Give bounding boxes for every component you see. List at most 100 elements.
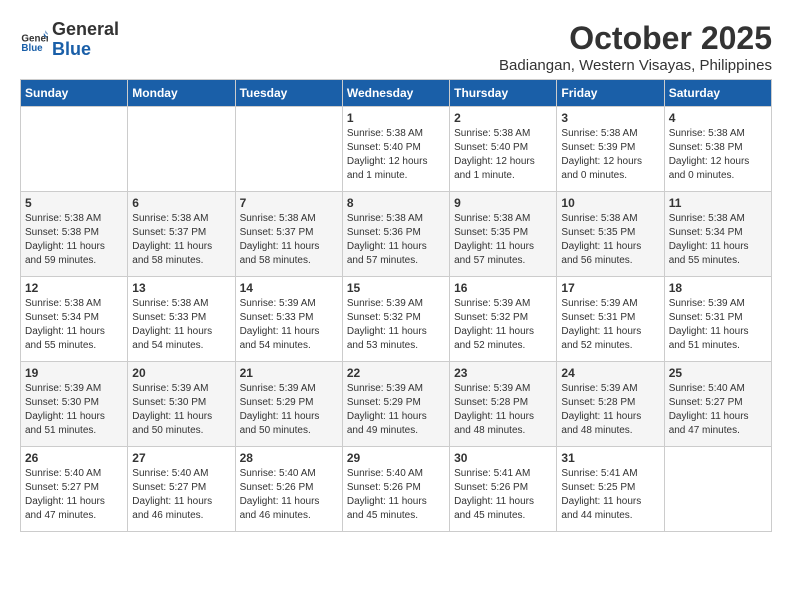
day-info: Sunrise: 5:39 AM Sunset: 5:29 PM Dayligh…: [240, 382, 338, 438]
day-info: Sunrise: 5:39 AM Sunset: 5:29 PM Dayligh…: [347, 382, 445, 438]
calendar-cell: 7 Sunrise: 5:38 AM Sunset: 5:37 PM Daylig…: [235, 192, 342, 277]
day-number: 27: [132, 451, 230, 465]
day-info: Sunrise: 5:38 AM Sunset: 5:40 PM Dayligh…: [347, 127, 445, 183]
day-number: 29: [347, 451, 445, 465]
day-info: Sunrise: 5:39 AM Sunset: 5:30 PM Dayligh…: [25, 382, 123, 438]
day-number: 1: [347, 111, 445, 125]
day-number: 31: [561, 451, 659, 465]
calendar-cell: 13 Sunrise: 5:38 AM Sunset: 5:33 PM Dayli…: [128, 277, 235, 362]
day-info: Sunrise: 5:39 AM Sunset: 5:28 PM Dayligh…: [454, 382, 552, 438]
day-info: Sunrise: 5:38 AM Sunset: 5:38 PM Dayligh…: [25, 212, 123, 268]
calendar-cell: 15 Sunrise: 5:39 AM Sunset: 5:32 PM Dayli…: [342, 277, 449, 362]
day-number: 18: [669, 281, 767, 295]
day-number: 10: [561, 196, 659, 210]
calendar-cell: 30Sunrise: 5:41 AM Sunset: 5:26 PM Dayli…: [450, 447, 557, 532]
day-number: 23: [454, 366, 552, 380]
day-info: Sunrise: 5:39 AM Sunset: 5:33 PM Dayligh…: [240, 297, 338, 353]
day-number: 4: [669, 111, 767, 125]
day-number: 7: [240, 196, 338, 210]
calendar-cell: 17Sunrise: 5:39 AM Sunset: 5:31 PM Dayli…: [557, 277, 664, 362]
calendar-cell: 27 Sunrise: 5:40 AM Sunset: 5:27 PM Dayli…: [128, 447, 235, 532]
calendar-cell: 22 Sunrise: 5:39 AM Sunset: 5:29 PM Dayli…: [342, 362, 449, 447]
day-info: Sunrise: 5:40 AM Sunset: 5:27 PM Dayligh…: [25, 467, 123, 523]
day-number: 3: [561, 111, 659, 125]
day-number: 2: [454, 111, 552, 125]
calendar-cell: 26 Sunrise: 5:40 AM Sunset: 5:27 PM Dayli…: [21, 447, 128, 532]
day-number: 19: [25, 366, 123, 380]
day-number: 13: [132, 281, 230, 295]
day-number: 30: [454, 451, 552, 465]
calendar-cell: 10 Sunrise: 5:38 AM Sunset: 5:35 PM Dayli…: [557, 192, 664, 277]
month-title: October 2025: [499, 20, 772, 57]
day-info: Sunrise: 5:40 AM Sunset: 5:26 PM Dayligh…: [240, 467, 338, 523]
day-number: 25: [669, 366, 767, 380]
weekday-header-thursday: Thursday: [450, 80, 557, 107]
location-title: Badiangan, Western Visayas, Philippines: [499, 57, 772, 74]
day-info: Sunrise: 5:38 AM Sunset: 5:39 PM Dayligh…: [561, 127, 659, 183]
day-number: 12: [25, 281, 123, 295]
calendar-cell: 18Sunrise: 5:39 AM Sunset: 5:31 PM Dayli…: [664, 277, 771, 362]
weekday-header-sunday: Sunday: [21, 80, 128, 107]
calendar-cell: 14 Sunrise: 5:39 AM Sunset: 5:33 PM Dayli…: [235, 277, 342, 362]
weekday-header-wednesday: Wednesday: [342, 80, 449, 107]
calendar-week-row: 1 Sunrise: 5:38 AM Sunset: 5:40 PM Daylig…: [21, 107, 772, 192]
calendar-week-row: 26 Sunrise: 5:40 AM Sunset: 5:27 PM Dayli…: [21, 447, 772, 532]
day-number: 28: [240, 451, 338, 465]
calendar-cell: 28 Sunrise: 5:40 AM Sunset: 5:26 PM Dayli…: [235, 447, 342, 532]
calendar-cell: 3 Sunrise: 5:38 AM Sunset: 5:39 PM Daylig…: [557, 107, 664, 192]
svg-text:Blue: Blue: [21, 43, 43, 54]
day-info: Sunrise: 5:40 AM Sunset: 5:27 PM Dayligh…: [669, 382, 767, 438]
calendar-cell: 19 Sunrise: 5:39 AM Sunset: 5:30 PM Dayli…: [21, 362, 128, 447]
calendar-cell: 23 Sunrise: 5:39 AM Sunset: 5:28 PM Dayli…: [450, 362, 557, 447]
weekday-header-tuesday: Tuesday: [235, 80, 342, 107]
day-number: 5: [25, 196, 123, 210]
calendar-cell: 11 Sunrise: 5:38 AM Sunset: 5:34 PM Dayli…: [664, 192, 771, 277]
logo-icon: General Blue: [20, 26, 48, 54]
day-number: 22: [347, 366, 445, 380]
day-number: 14: [240, 281, 338, 295]
day-number: 26: [25, 451, 123, 465]
day-number: 9: [454, 196, 552, 210]
day-info: Sunrise: 5:41 AM Sunset: 5:25 PM Dayligh…: [561, 467, 659, 523]
day-number: 15: [347, 281, 445, 295]
weekday-header-monday: Monday: [128, 80, 235, 107]
weekday-header-row: SundayMondayTuesdayWednesdayThursdayFrid…: [21, 80, 772, 107]
day-info: Sunrise: 5:40 AM Sunset: 5:27 PM Dayligh…: [132, 467, 230, 523]
day-info: Sunrise: 5:38 AM Sunset: 5:35 PM Dayligh…: [454, 212, 552, 268]
day-info: Sunrise: 5:38 AM Sunset: 5:37 PM Dayligh…: [240, 212, 338, 268]
day-info: Sunrise: 5:39 AM Sunset: 5:28 PM Dayligh…: [561, 382, 659, 438]
calendar-cell: 1 Sunrise: 5:38 AM Sunset: 5:40 PM Daylig…: [342, 107, 449, 192]
page-header: General Blue General Blue October 2025 B…: [20, 20, 772, 74]
weekday-header-saturday: Saturday: [664, 80, 771, 107]
day-number: 16: [454, 281, 552, 295]
day-number: 11: [669, 196, 767, 210]
day-info: Sunrise: 5:38 AM Sunset: 5:38 PM Dayligh…: [669, 127, 767, 183]
day-info: Sunrise: 5:38 AM Sunset: 5:34 PM Dayligh…: [25, 297, 123, 353]
day-info: Sunrise: 5:39 AM Sunset: 5:32 PM Dayligh…: [454, 297, 552, 353]
calendar-cell: [128, 107, 235, 192]
calendar-cell: 12 Sunrise: 5:38 AM Sunset: 5:34 PM Dayli…: [21, 277, 128, 362]
day-number: 21: [240, 366, 338, 380]
logo-general-text: General: [52, 20, 119, 40]
logo: General Blue General Blue: [20, 20, 119, 60]
day-info: Sunrise: 5:38 AM Sunset: 5:33 PM Dayligh…: [132, 297, 230, 353]
calendar-cell: 25 Sunrise: 5:40 AM Sunset: 5:27 PM Dayli…: [664, 362, 771, 447]
day-number: 20: [132, 366, 230, 380]
calendar-week-row: 5 Sunrise: 5:38 AM Sunset: 5:38 PM Daylig…: [21, 192, 772, 277]
day-info: Sunrise: 5:38 AM Sunset: 5:35 PM Dayligh…: [561, 212, 659, 268]
calendar-table: SundayMondayTuesdayWednesdayThursdayFrid…: [20, 79, 772, 532]
calendar-cell: 9 Sunrise: 5:38 AM Sunset: 5:35 PM Daylig…: [450, 192, 557, 277]
logo-blue-text: Blue: [52, 40, 119, 60]
day-number: 8: [347, 196, 445, 210]
day-number: 24: [561, 366, 659, 380]
day-info: Sunrise: 5:39 AM Sunset: 5:32 PM Dayligh…: [347, 297, 445, 353]
calendar-cell: [664, 447, 771, 532]
calendar-cell: 5 Sunrise: 5:38 AM Sunset: 5:38 PM Daylig…: [21, 192, 128, 277]
calendar-cell: 6Sunrise: 5:38 AM Sunset: 5:37 PM Daylig…: [128, 192, 235, 277]
day-info: Sunrise: 5:38 AM Sunset: 5:34 PM Dayligh…: [669, 212, 767, 268]
weekday-header-friday: Friday: [557, 80, 664, 107]
calendar-week-row: 12 Sunrise: 5:38 AM Sunset: 5:34 PM Dayli…: [21, 277, 772, 362]
day-info: Sunrise: 5:38 AM Sunset: 5:36 PM Dayligh…: [347, 212, 445, 268]
calendar-cell: 31 Sunrise: 5:41 AM Sunset: 5:25 PM Dayli…: [557, 447, 664, 532]
day-info: Sunrise: 5:39 AM Sunset: 5:31 PM Dayligh…: [561, 297, 659, 353]
